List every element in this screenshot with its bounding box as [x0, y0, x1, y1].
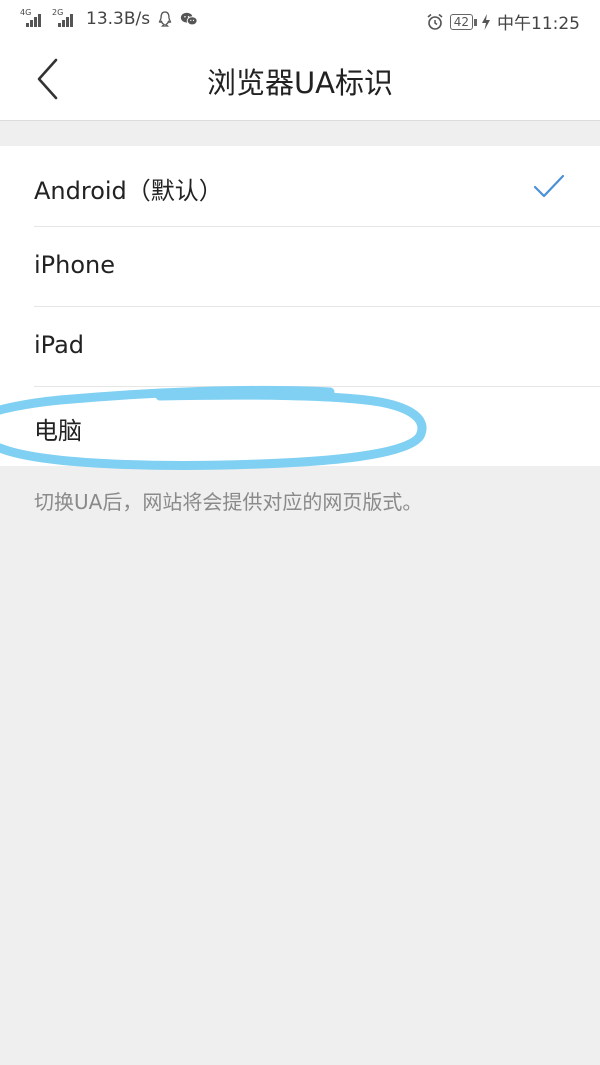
- ua-option-label: iPhone: [34, 251, 116, 279]
- signal-icon: 4G: [20, 9, 46, 29]
- ua-option-android[interactable]: Android（默认）: [0, 146, 600, 226]
- network-speed: 13.3B/s: [86, 9, 151, 29]
- checkmark-icon: [533, 174, 565, 198]
- ua-option-label: 电脑: [34, 417, 82, 445]
- page-title: 浏览器UA标识: [206, 66, 394, 100]
- ua-option-list: Android（默认） iPhone iPad 电脑: [0, 146, 600, 466]
- charging-icon: [482, 13, 490, 30]
- status-bar: 4G 2G 13.3B/s 42 中午11:25: [0, 0, 600, 40]
- alarm-icon: [427, 13, 443, 30]
- ua-option-computer[interactable]: 电脑: [0, 386, 600, 466]
- qq-icon: [158, 11, 172, 27]
- wechat-icon: [181, 12, 198, 26]
- ua-hint-text: 切换UA后，网站将会提供对应的网页版式。: [34, 490, 423, 514]
- signal-icon: 2G: [52, 9, 78, 29]
- ua-option-ipad[interactable]: iPad: [0, 306, 600, 386]
- status-left: 4G 2G 13.3B/s: [20, 9, 198, 29]
- ua-option-label: iPad: [34, 331, 85, 359]
- ua-option-label: Android（默认）: [34, 177, 223, 205]
- status-time: 中午11:25: [497, 14, 580, 34]
- status-right: 42 中午11:25: [426, 9, 580, 34]
- app-header: 浏览器UA标识: [0, 40, 600, 121]
- battery-icon: 42: [449, 13, 478, 30]
- ua-option-iphone[interactable]: iPhone: [0, 226, 600, 306]
